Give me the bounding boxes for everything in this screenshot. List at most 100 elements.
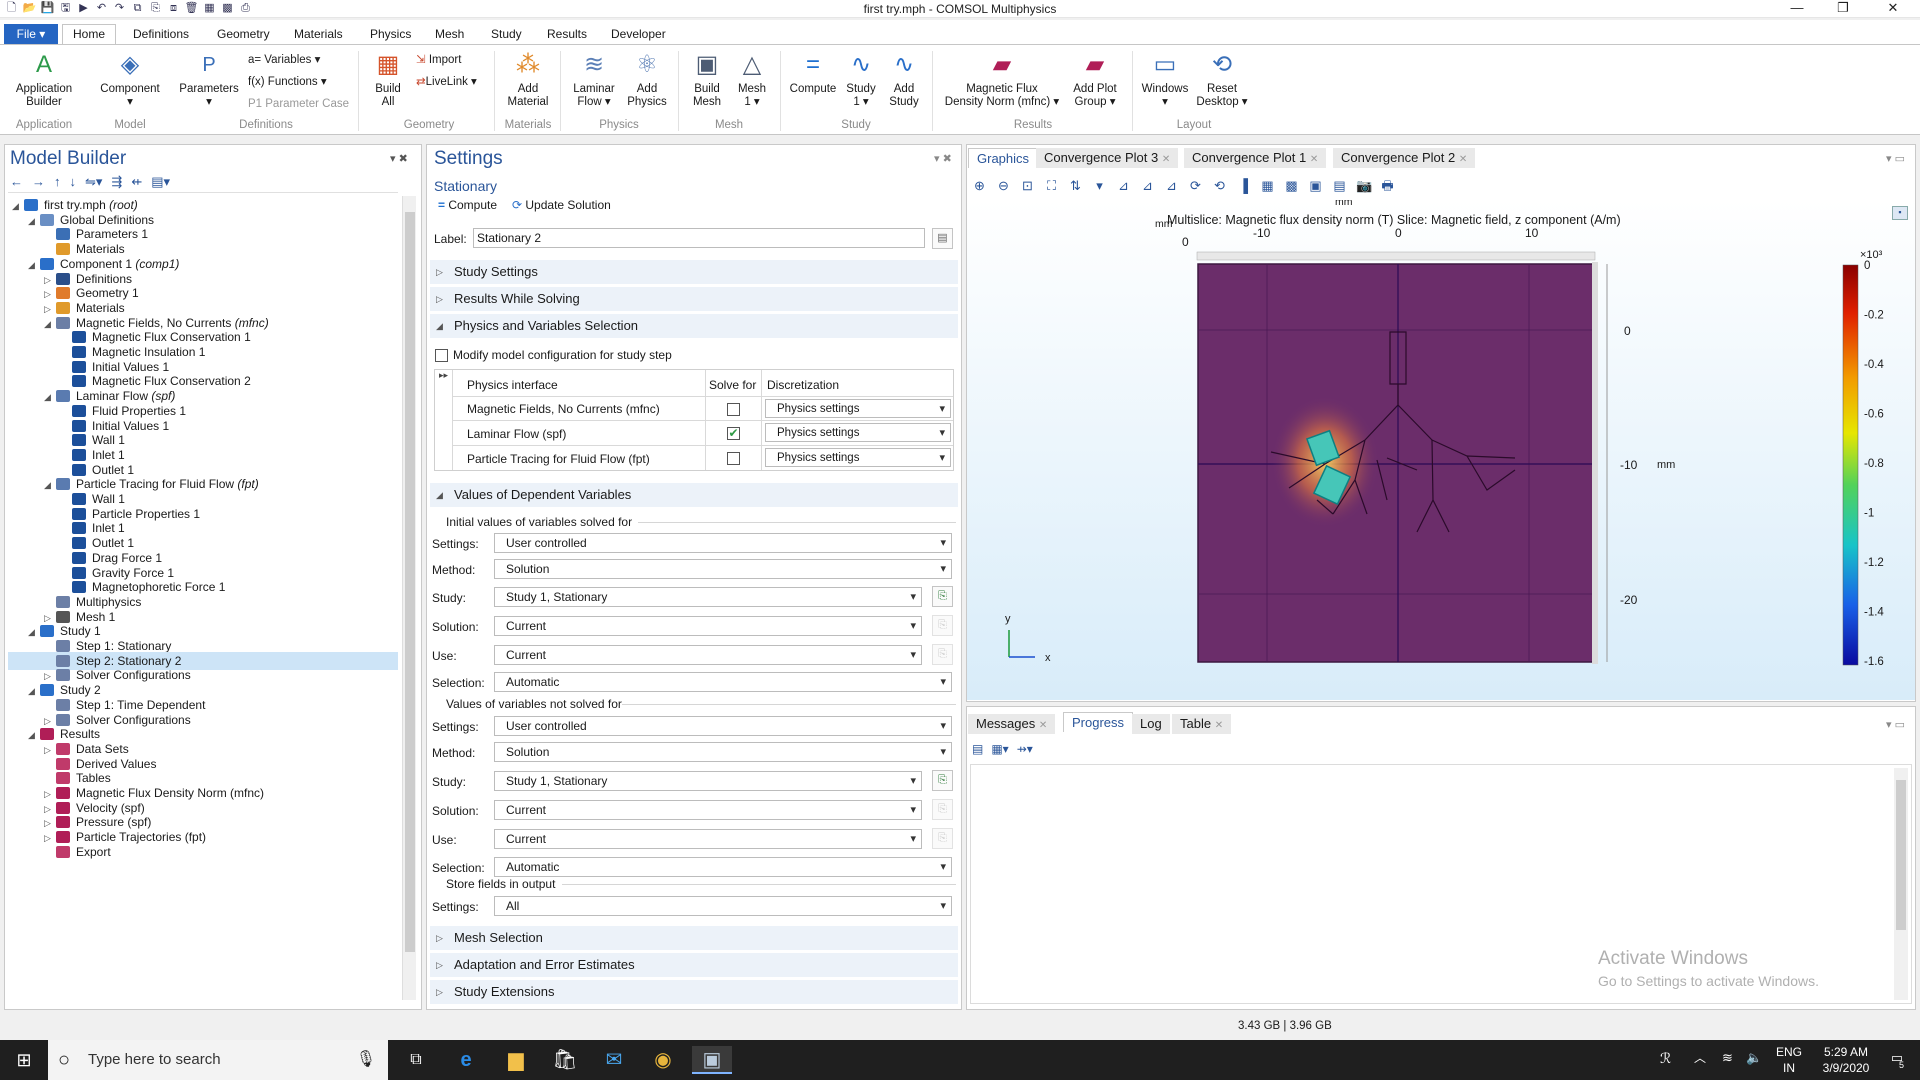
close-icon[interactable]: ✕ (1459, 154, 1467, 165)
solve-for-checkbox[interactable] (727, 403, 740, 416)
maximize-button[interactable]: ❐ (1820, 0, 1866, 18)
livelink-button[interactable]: ⇄LiveLink ▾ (416, 73, 477, 91)
init-use-select[interactable]: Current (494, 645, 922, 665)
expand-column-icon[interactable]: ▸▸ (435, 370, 453, 470)
show-hidden-icons[interactable]: ︿ (1694, 1050, 1706, 1066)
section-adaptation[interactable]: ▷ Adaptation and Error Estimates (430, 953, 958, 977)
init-selection-select[interactable]: Automatic (494, 672, 952, 692)
tab-progress[interactable]: Progress (1063, 712, 1134, 732)
tab-graphics[interactable]: Graphics (968, 148, 1039, 168)
study-1-button[interactable]: ∿ Study 1 ▾ (842, 51, 880, 109)
mail-icon[interactable]: ✉ (594, 1046, 634, 1074)
label-input[interactable]: Stationary 2 (473, 228, 925, 248)
notsolved-method-select[interactable]: Solution (494, 742, 952, 762)
close-icon[interactable]: ✕ (1310, 154, 1318, 165)
tab-convergence-plot-2[interactable]: Convergence Plot 2 ✕ (1333, 148, 1476, 168)
graphics-tool-icon[interactable]: ▣ (1308, 178, 1323, 193)
tab-messages[interactable]: Messages ✕ (968, 714, 1056, 734)
notsolved-use-select[interactable]: Current (494, 829, 922, 849)
tree-toolbar-icon[interactable]: ▤▾ (151, 174, 170, 190)
tab-table[interactable]: Table ✕ (1172, 714, 1232, 734)
modify-config-checkbox[interactable] (435, 349, 448, 362)
graphics-canvas[interactable]: Multislice: Magnetic flux density norm (… (967, 200, 1915, 700)
scrollbar-thumb[interactable] (405, 212, 415, 952)
language-indicator[interactable]: ENG IN (1774, 1044, 1804, 1076)
graphics-side-icon[interactable]: ▪ (1892, 206, 1908, 220)
store-icon[interactable]: 🛍 (545, 1046, 585, 1074)
init-settings-select[interactable]: User controlled (494, 533, 952, 553)
notsolved-solution-select[interactable]: Current (494, 800, 922, 820)
add-plot-group-button[interactable]: ▰ Add Plot Group ▾ (1066, 51, 1124, 109)
update-solution-link[interactable]: ⟳ Update Solution (512, 198, 611, 212)
tab-definitions[interactable]: Definitions (133, 25, 189, 44)
graphics-tool-icon[interactable]: ▐ (1236, 178, 1251, 193)
graphics-tool-icon[interactable]: ⟲ (1212, 178, 1227, 193)
section-dependent-variables[interactable]: ◢ Values of Dependent Variables (430, 483, 958, 507)
tab-physics[interactable]: Physics (370, 25, 411, 44)
discretization-select[interactable]: Physics settings (765, 399, 951, 418)
graphics-tool-icon[interactable]: ▦ (1260, 178, 1275, 193)
tree-toolbar-icon[interactable]: ← (10, 174, 23, 190)
compute-link[interactable]: = Compute (438, 198, 497, 212)
close-icon[interactable]: ✕ (1039, 720, 1047, 731)
tab-developer[interactable]: Developer (611, 25, 666, 44)
import-button[interactable]: ⇲ Import (416, 51, 461, 69)
mesh-1-button[interactable]: △ Mesh 1 ▾ (730, 51, 774, 109)
section-study-extensions[interactable]: ▷ Study Extensions (430, 980, 958, 1004)
graphics-tool-icon[interactable]: ▾ (1092, 178, 1107, 193)
panel-menu-icon[interactable]: ▾ ✖ (390, 152, 408, 165)
tab-log[interactable]: Log (1132, 714, 1170, 734)
parameters-button[interactable]: P Parameters ▾ (176, 51, 242, 109)
network-icon[interactable]: ≋ (1722, 1050, 1733, 1066)
graphics-tool-icon[interactable]: ⟳ (1188, 178, 1203, 193)
file-explorer-icon[interactable]: ▆ (496, 1046, 536, 1074)
tab-convergence-plot-1[interactable]: Convergence Plot 1 ✕ (1184, 148, 1327, 168)
parameter-case-button[interactable]: P1 Parameter Case (248, 95, 349, 113)
windows-start-icon[interactable]: ⊞ (4, 1046, 44, 1074)
add-study-button[interactable]: ∿ Add Study (882, 51, 926, 109)
graphics-tool-icon[interactable]: ⊕ (972, 178, 987, 193)
close-icon[interactable]: ✕ (1162, 154, 1170, 165)
graphics-tool-icon[interactable]: ⊖ (996, 178, 1011, 193)
section-mesh-selection[interactable]: ▷ Mesh Selection (430, 926, 958, 950)
add-material-button[interactable]: ⁂ Add Material (500, 51, 556, 109)
variables-button[interactable]: a= Variables ▾ (248, 51, 320, 69)
volume-icon[interactable]: 🔈 (1746, 1050, 1762, 1066)
task-view-icon[interactable]: ⧉ (396, 1046, 436, 1074)
taskbar-search[interactable]: ○ Type here to search 🎙 (48, 1040, 388, 1080)
init-solution-select[interactable]: Current (494, 616, 922, 636)
toggle-icon[interactable]: ▤ (972, 742, 983, 756)
reset-desktop-button[interactable]: ⟲ Reset Desktop ▾ (1194, 51, 1250, 109)
section-physics-variables[interactable]: ◢ Physics and Variables Selection (430, 314, 958, 338)
init-method-select[interactable]: Solution (494, 559, 952, 579)
tab-results[interactable]: Results (547, 25, 587, 44)
laminar-flow-button[interactable]: ≋ Laminar Flow ▾ (566, 51, 622, 109)
component-button[interactable]: ◈ Component ▾ (92, 51, 168, 109)
label-edit-icon[interactable]: ▤ (932, 228, 953, 249)
tab-study[interactable]: Study (491, 25, 522, 44)
windows-button[interactable]: ▭ Windows ▾ (1138, 51, 1192, 109)
scrollbar-thumb[interactable] (1896, 780, 1906, 930)
close-icon[interactable]: ✕ (1215, 720, 1223, 731)
tab-home[interactable]: Home (62, 24, 117, 45)
build-mesh-button[interactable]: ▣ Build Mesh (684, 51, 730, 109)
go-to-source-icon[interactable]: ⎘ (932, 586, 953, 607)
tree-toolbar-icon[interactable]: ⇋▾ (85, 174, 102, 190)
minimize-button[interactable]: — (1774, 0, 1820, 18)
graphics-tool-icon[interactable]: ▤ (1332, 178, 1347, 193)
file-menu-button[interactable]: File ▾ (4, 24, 58, 44)
microphone-icon[interactable]: 🎙 (356, 1040, 376, 1080)
messages-scrollbar[interactable] (1894, 768, 1908, 1000)
graphics-tool-icon[interactable]: ⊿ (1164, 178, 1179, 193)
layout-icon[interactable]: ▦▾ (991, 742, 1008, 756)
functions-button[interactable]: f(x) Functions ▾ (248, 73, 327, 91)
compute-button[interactable]: = Compute (786, 51, 840, 96)
tree-scrollbar[interactable] (402, 196, 416, 1000)
go-to-source-icon[interactable]: ⎘ (932, 770, 953, 791)
close-button[interactable]: ✕ (1870, 0, 1916, 18)
notification-icon[interactable]: ▭ 5 (1882, 1050, 1912, 1070)
panel-menu-icon[interactable]: ▾ ▭ (1886, 718, 1905, 731)
tab-mesh[interactable]: Mesh (435, 25, 464, 44)
notsolved-selection-select[interactable]: Automatic (494, 857, 952, 877)
graphics-tool-icon[interactable]: ▩ (1284, 178, 1299, 193)
